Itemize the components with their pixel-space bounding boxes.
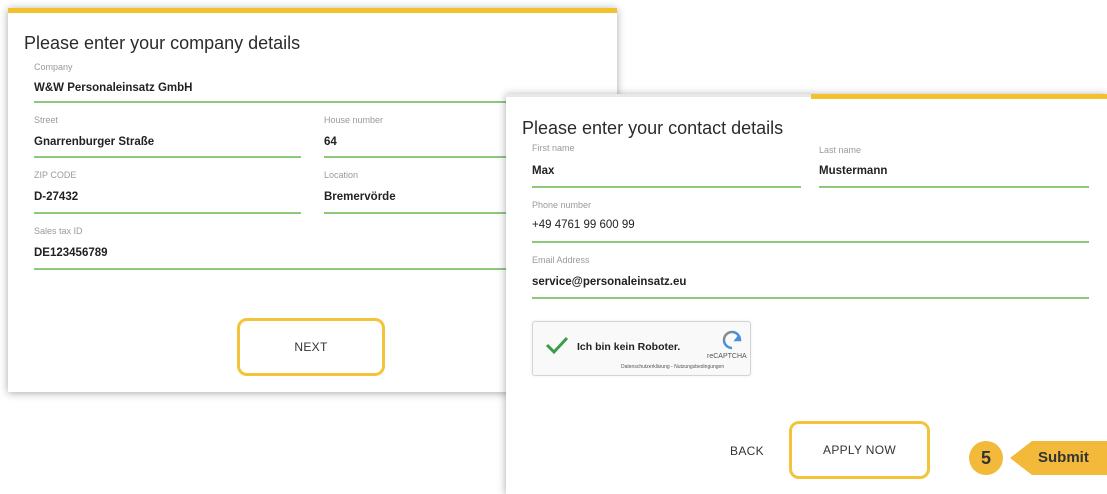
phone-label: Phone number xyxy=(532,200,592,210)
street-field[interactable]: Gnarrenburger Straße xyxy=(34,136,154,148)
email-field[interactable]: service@personaleinsatz.eu xyxy=(532,276,686,288)
zip-label: ZIP CODE xyxy=(34,170,77,180)
next-button[interactable]: NEXT xyxy=(237,318,385,376)
email-field-underline xyxy=(532,297,1089,299)
top-accent-bar xyxy=(8,8,617,13)
house-number-label: House number xyxy=(324,115,384,125)
progress-track xyxy=(506,94,811,97)
street-label: Street xyxy=(34,115,59,125)
phone-field[interactable]: +49 4761 99 600 99 xyxy=(532,219,635,231)
check-icon[interactable] xyxy=(545,335,569,360)
house-number-field[interactable]: 64 xyxy=(324,136,337,148)
recaptcha-links[interactable]: Datenschutzerklärung - Nutzungsbedingung… xyxy=(621,364,724,370)
recaptcha-label: Ich bin kein Roboter. xyxy=(577,341,681,353)
recaptcha-logo-icon xyxy=(722,330,742,355)
top-accent-bar xyxy=(811,94,1107,99)
contact-form-title: Please enter your contact details xyxy=(522,118,784,138)
step-callout-text: Submit xyxy=(1038,449,1089,466)
zip-field-underline xyxy=(34,212,301,214)
location-field[interactable]: Bremervörde xyxy=(324,191,396,203)
contact-details-card: Please enter your contact details First … xyxy=(506,94,1107,494)
first-name-field[interactable]: Max xyxy=(532,165,554,177)
location-label: Location xyxy=(324,170,359,180)
step-number-badge: 5 xyxy=(969,441,1003,475)
apply-now-button[interactable]: APPLY NOW xyxy=(789,421,930,479)
first-name-label: First name xyxy=(532,143,575,153)
back-button[interactable]: BACK xyxy=(712,434,782,468)
company-label: Company xyxy=(34,62,73,72)
first-name-field-underline xyxy=(532,186,801,188)
email-label: Email Address xyxy=(532,255,590,265)
recaptcha-brand: reCAPTCHA xyxy=(707,353,747,360)
phone-field-underline xyxy=(532,241,1089,243)
zip-field[interactable]: D-27432 xyxy=(34,191,78,203)
last-name-field-underline xyxy=(819,186,1089,188)
last-name-field[interactable]: Mustermann xyxy=(819,165,887,177)
company-form-title: Please enter your company details xyxy=(24,33,301,53)
street-field-underline xyxy=(34,156,301,158)
sales-tax-id-label: Sales tax ID xyxy=(34,226,83,236)
company-field[interactable]: W&W Personaleinsatz GmbH xyxy=(34,82,192,94)
last-name-label: Last name xyxy=(819,145,862,155)
recaptcha-widget: Ich bin kein Roboter. reCAPTCHA Datensch… xyxy=(532,321,751,376)
sales-tax-id-field[interactable]: DE123456789 xyxy=(34,247,108,259)
